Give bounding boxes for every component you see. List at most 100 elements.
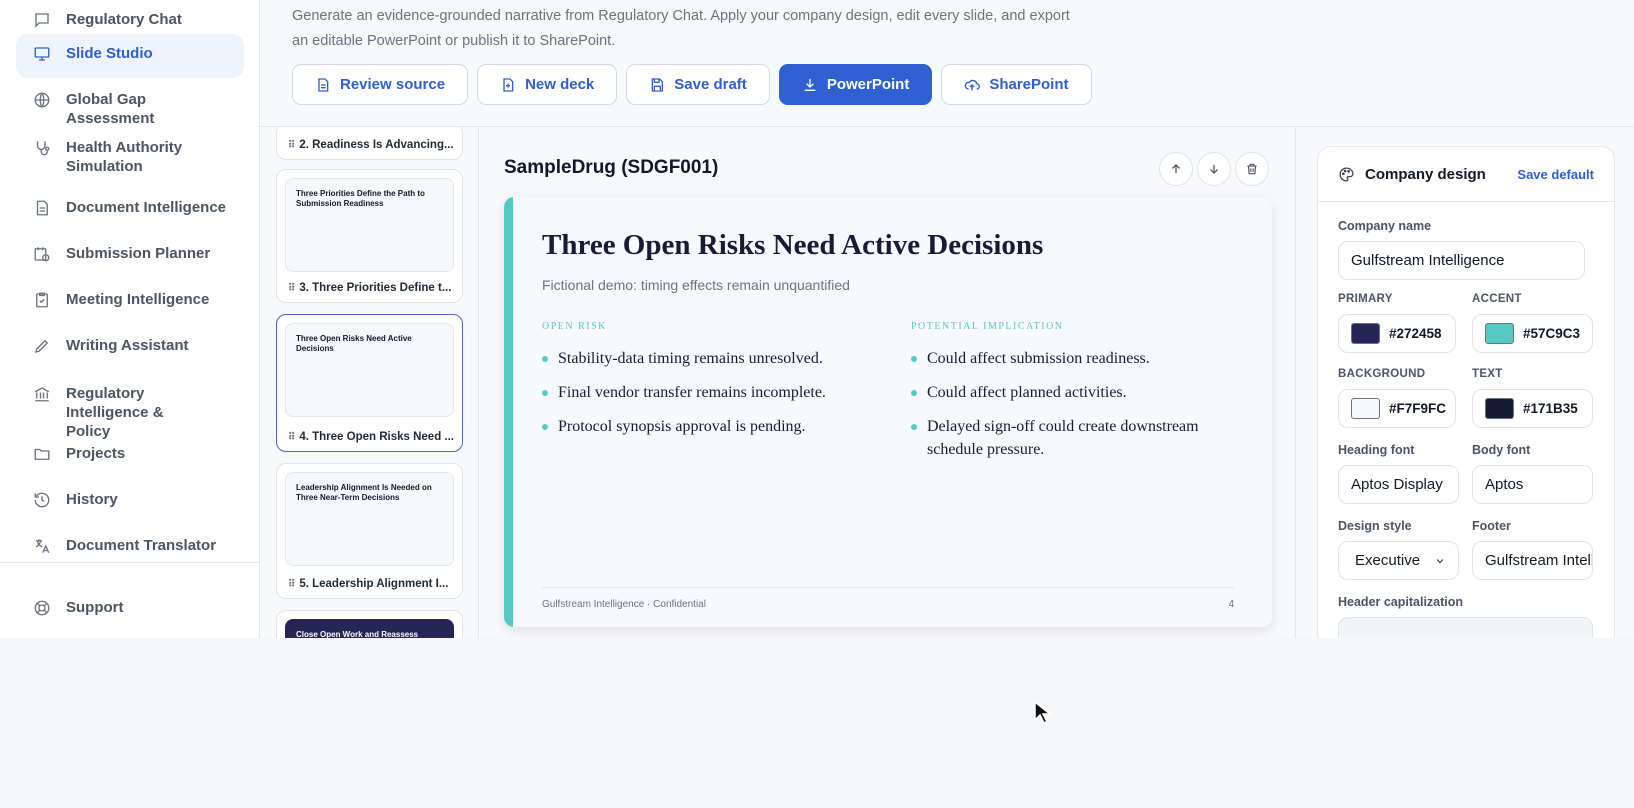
slide-footer-text: Gulfstream Intelligence · Confidential	[542, 599, 706, 610]
left-column-label: OPEN RISK	[542, 321, 607, 332]
left-bullet-list[interactable]: Stability-data timing remains unresolved…	[542, 347, 872, 449]
background-color-field[interactable]: #F7F9FC	[1338, 389, 1456, 428]
bullet-item[interactable]: Delayed sign-off could create downstream…	[911, 415, 1231, 461]
slide-thumbnail[interactable]: Three Priorities Define the Path to Subm…	[276, 169, 463, 303]
review-source-label: Review source	[340, 76, 446, 93]
slide-preview[interactable]: Three Open Risks Need Active Decisions F…	[504, 197, 1272, 627]
primary-color-field[interactable]: #272458	[1338, 314, 1456, 353]
slide-subtitle[interactable]: Fictional demo: timing effects remain un…	[542, 277, 850, 293]
sidebar-divider	[0, 562, 260, 563]
document-icon	[318, 77, 329, 92]
text-color-label: TEXT	[1472, 368, 1503, 380]
design-style-select[interactable]: Executive	[1338, 541, 1459, 580]
download-icon	[804, 78, 816, 91]
sidebar-item-label: Regulatory Chat	[66, 11, 182, 28]
sidebar-item-label: Health Authority Simulation	[66, 139, 183, 175]
accent-color-field[interactable]: #57C9C3	[1472, 314, 1593, 353]
sidebar-item-projects[interactable]: Projects	[16, 434, 244, 474]
slide-heading[interactable]: Three Open Risks Need Active Decisions	[542, 229, 1043, 262]
presentation-icon	[32, 44, 52, 64]
sidebar-item-slide-studio[interactable]: Slide Studio	[16, 34, 244, 78]
bullet-item[interactable]: Could affect planned activities.	[911, 381, 1231, 404]
footer-input[interactable]: Gulfstream Intelligence	[1472, 541, 1593, 580]
sidebar-item-meeting-intelligence[interactable]: Meeting Intelligence	[16, 280, 244, 320]
text-color-value: #171B35	[1523, 401, 1578, 416]
move-slide-up-button[interactable]	[1159, 152, 1193, 186]
bullet-item[interactable]: Stability-data timing remains unresolved…	[542, 347, 872, 370]
sidebar-item-writing-assistant[interactable]: Writing Assistant	[16, 326, 244, 366]
drag-handle-icon[interactable]: ⠿	[288, 140, 295, 151]
sidebar-item-document-translator[interactable]: Document Translator	[16, 526, 244, 566]
palette-icon	[1339, 166, 1354, 182]
bullet-item[interactable]: Protocol synopsis approval is pending.	[542, 415, 872, 438]
bullet-item[interactable]: Could affect submission readiness.	[911, 347, 1231, 370]
drag-handle-icon[interactable]: ⠿	[288, 432, 295, 443]
slide-thumbnail-active[interactable]: Three Open Risks Need Active Decisions ⠿…	[276, 314, 463, 452]
bullet-item[interactable]: Final vendor transfer remains incomplete…	[542, 381, 872, 404]
slide-thumbnail[interactable]: Close Open Work and Reassess Target Conf…	[276, 610, 463, 638]
background-color-label: BACKGROUND	[1338, 368, 1426, 380]
sidebar-item-history[interactable]: History	[16, 480, 244, 520]
page-header: Generate an evidence-grounded narrative …	[260, 0, 1634, 127]
review-source-button[interactable]: Review source	[292, 64, 469, 105]
move-slide-down-button[interactable]	[1197, 152, 1231, 186]
deck-title: SampleDrug (SDGF001)	[504, 157, 719, 178]
slide-thumbnail[interactable]: ⠿ 2. Readiness Is Advancing...	[276, 127, 463, 160]
background-color-value: #F7F9FC	[1389, 401, 1447, 416]
sidebar-item-support[interactable]: Support	[16, 588, 244, 628]
heading-font-label: Heading font	[1338, 443, 1415, 457]
company-name-input[interactable]: Gulfstream Intelligence	[1338, 241, 1585, 280]
header-capitalization-label: Header capitalization	[1338, 595, 1464, 609]
heading-font-input[interactable]: Aptos Display	[1338, 465, 1459, 504]
body-font-value: Aptos	[1485, 476, 1524, 493]
drag-handle-icon[interactable]: ⠿	[288, 579, 295, 590]
sidebar-item-submission-planner[interactable]: Submission Planner	[16, 234, 244, 274]
slide-thumbnail-preview: Leadership Alignment Is Needed on Three …	[285, 472, 454, 566]
sidebar-item-health-authority-simulation[interactable]: Health Authority Simulation	[16, 128, 216, 186]
background-color-swatch[interactable]	[1351, 398, 1380, 419]
slide-thumbnail-list: ⠿ 2. Readiness Is Advancing... Three Prio…	[260, 127, 479, 638]
text-color-swatch[interactable]	[1485, 398, 1514, 419]
delete-slide-button[interactable]	[1235, 152, 1269, 186]
pen-icon	[32, 336, 52, 356]
globe-icon	[32, 90, 52, 110]
company-design-panel: Company design Save default Company name…	[1317, 146, 1615, 666]
sidebar-item-label: Projects	[66, 445, 126, 462]
slide-thumbnail[interactable]: Leadership Alignment Is Needed on Three …	[276, 463, 463, 599]
sharepoint-publish-button[interactable]: SharePoint	[941, 64, 1092, 105]
sidebar-item-label: Support	[66, 599, 124, 616]
app-window: Regulatory Chat Slide Studio Global Gap …	[0, 0, 1634, 666]
text-color-field[interactable]: #171B35	[1472, 389, 1593, 428]
slide-thumbnail-preview: Close Open Work and Reassess Target Conf…	[285, 619, 454, 638]
sidebar-item-label: Slide Studio	[66, 45, 153, 62]
primary-color-swatch[interactable]	[1351, 323, 1380, 344]
sidebar-item-document-intelligence[interactable]: Document Intelligence	[16, 188, 244, 228]
slide-thumbnail-preview: Three Priorities Define the Path to Subm…	[285, 178, 454, 272]
design-style-label: Design style	[1338, 519, 1412, 533]
slide-accent-bar	[504, 197, 513, 627]
arrow-down-icon	[1210, 164, 1218, 174]
save-default-link[interactable]: Save default	[1517, 167, 1594, 182]
arrow-up-icon	[1172, 164, 1180, 174]
new-deck-label: New deck	[525, 76, 595, 93]
primary-color-label: PRIMARY	[1338, 293, 1393, 305]
body-font-input[interactable]: Aptos	[1472, 465, 1593, 504]
slide-footer-rule	[542, 587, 1234, 588]
stethoscope-icon	[32, 138, 52, 158]
lifebuoy-icon	[32, 598, 52, 618]
powerpoint-export-button[interactable]: PowerPoint	[778, 64, 933, 105]
accent-color-swatch[interactable]	[1485, 323, 1514, 344]
drag-handle-icon[interactable]: ⠿	[288, 283, 295, 294]
save-draft-button[interactable]: Save draft	[626, 64, 770, 105]
sidebar-item-label: Meeting Intelligence	[66, 291, 210, 308]
sidebar-item-label: Submission Planner	[66, 245, 211, 262]
slide-thumbnail-title: 4. Three Open Risks Need ...	[299, 431, 454, 443]
sidebar-item-label: Writing Assistant	[66, 337, 189, 354]
primary-color-value: #272458	[1389, 326, 1442, 341]
design-style-value: Executive	[1355, 552, 1421, 569]
sidebar: Regulatory Chat Slide Studio Global Gap …	[0, 0, 260, 638]
slide-thumbnail-title: 3. Three Priorities Define t...	[299, 282, 452, 294]
right-bullet-list[interactable]: Could affect submission readiness. Could…	[911, 347, 1231, 472]
new-deck-button[interactable]: New deck	[477, 64, 618, 105]
heading-font-value: Aptos Display	[1351, 476, 1443, 493]
